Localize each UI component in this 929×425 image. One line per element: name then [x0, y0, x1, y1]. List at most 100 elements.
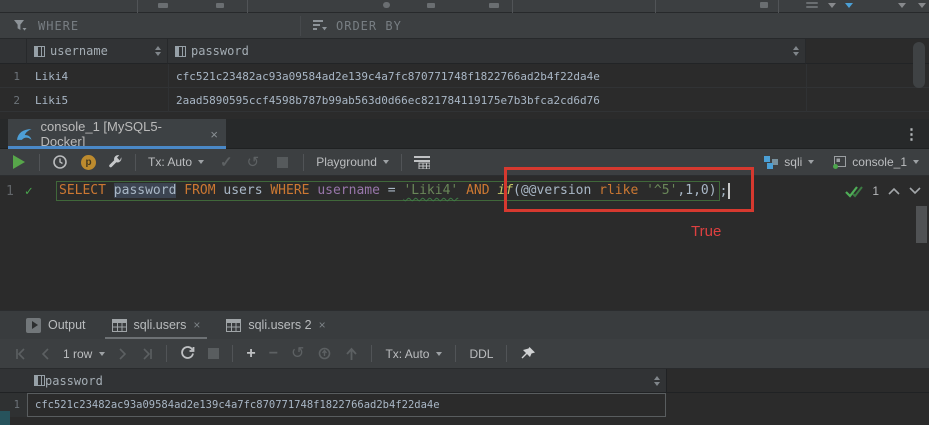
- submit-icon[interactable]: [317, 346, 332, 361]
- close-icon[interactable]: ×: [193, 318, 200, 332]
- tab-label: sqli.users: [134, 318, 187, 332]
- chevron-down-icon[interactable]: [99, 352, 105, 356]
- order-by-icon[interactable]: [313, 20, 327, 32]
- schema-icon: [764, 156, 778, 169]
- wrench-settings-icon[interactable]: [108, 155, 123, 170]
- text-caret: [728, 183, 730, 199]
- grid-scrollbar-thumb[interactable]: [913, 42, 925, 88]
- chevron-down-icon[interactable]: [383, 160, 389, 164]
- tab-console[interactable]: console_1 [MySQL5-Docker] ×: [8, 119, 226, 149]
- inspection-ok-icon[interactable]: [845, 185, 863, 198]
- toolbar-icon[interactable]: [760, 2, 768, 8]
- tab-sqli-users[interactable]: sqli.users ×: [112, 311, 201, 340]
- stop-icon[interactable]: [277, 157, 288, 168]
- result-grid-toolbar: 1 row + − ↺ Tx: Auto DDL: [0, 339, 929, 369]
- stripe-button-fragment[interactable]: [0, 411, 10, 425]
- sql-token: [638, 183, 646, 198]
- chevron-down-icon[interactable]: [898, 3, 906, 8]
- rollback-icon[interactable]: ↺: [247, 155, 260, 170]
- sql-token: WHERE: [270, 183, 309, 198]
- sql-token: 'Liki4': [403, 183, 458, 198]
- column-header-password[interactable]: password: [168, 39, 806, 64]
- column-icon: [34, 375, 45, 386]
- prev-page-icon[interactable]: [40, 348, 50, 360]
- cell-password[interactable]: cfc521c23482ac93a09584ad2e139c4a7fc87077…: [27, 393, 666, 417]
- tab-sqli-users-2[interactable]: sqli.users 2 ×: [226, 311, 325, 340]
- chevron-down-icon[interactable]: [436, 352, 442, 356]
- sort-toggle-icon[interactable]: [793, 46, 799, 56]
- table-icon: [112, 319, 127, 332]
- commit-check-icon[interactable]: ✓: [220, 155, 233, 170]
- divider: [506, 345, 507, 362]
- row-number-header: [0, 39, 27, 64]
- sql-token: username: [317, 183, 380, 198]
- datagrip-window: WHERE ORDER BY username password 1: [0, 0, 929, 425]
- chevron-down-icon[interactable]: [918, 3, 926, 8]
- tx-mode-selector[interactable]: Tx: Auto: [385, 347, 429, 361]
- ddl-button[interactable]: DDL: [469, 347, 493, 361]
- toolbar-icon[interactable]: [489, 3, 499, 8]
- prev-problem-icon[interactable]: [888, 187, 900, 195]
- toolbar-icon[interactable]: [806, 2, 818, 4]
- execute-button[interactable]: [13, 155, 25, 169]
- next-page-icon[interactable]: [118, 348, 128, 360]
- sql-editor: 1 ✓ SELECT password FROM users WHERE use…: [0, 176, 929, 310]
- chevron-down-icon[interactable]: [913, 160, 919, 164]
- sql-token: ,1,0): [677, 183, 716, 198]
- cell-password[interactable]: cfc521c23482ac93a09584ad2e139c4a7fc87077…: [168, 64, 806, 88]
- next-problem-icon[interactable]: [909, 187, 921, 195]
- delete-row-button[interactable]: −: [269, 346, 278, 362]
- editor-scrollbar-thumb[interactable]: [916, 206, 927, 243]
- editor-line-1[interactable]: 1 ✓ SELECT password FROM users WHERE use…: [0, 179, 929, 203]
- last-page-icon[interactable]: [141, 348, 153, 360]
- in-editor-results-icon[interactable]: [414, 156, 430, 169]
- sql-token: =: [380, 183, 403, 198]
- pin-icon[interactable]: [520, 346, 536, 362]
- refresh-icon[interactable]: [180, 346, 195, 361]
- cell-password[interactable]: 2aad5890595ccf4598b787b99ab563d0d66ec821…: [168, 88, 806, 112]
- sort-toggle-icon[interactable]: [654, 376, 660, 386]
- toolbar-icon[interactable]: [216, 3, 224, 8]
- chevron-down-icon[interactable]: [198, 160, 204, 164]
- close-icon[interactable]: ×: [210, 128, 218, 141]
- column-header-label: password: [191, 44, 249, 58]
- column-header-password[interactable]: password: [27, 369, 667, 393]
- sql-token: (: [513, 183, 521, 198]
- upload-icon[interactable]: [345, 347, 358, 361]
- divider: [137, 0, 138, 13]
- chevron-down-icon[interactable]: [845, 3, 853, 8]
- close-icon[interactable]: ×: [319, 318, 326, 332]
- chevron-down-icon[interactable]: [808, 160, 814, 164]
- tx-mode-selector[interactable]: Tx: Auto: [148, 155, 192, 169]
- column-header-username[interactable]: username: [27, 39, 168, 64]
- where-filter-label[interactable]: WHERE: [38, 19, 79, 33]
- kebab-menu-icon[interactable]: ⋮: [904, 125, 919, 143]
- table-row: 1 Liki4 cfc521c23482ac93a09584ad2e139c4a…: [0, 64, 929, 88]
- playground-selector[interactable]: Playground: [316, 155, 377, 169]
- schema-selector[interactable]: sqli: [784, 155, 802, 169]
- revert-icon[interactable]: ↺: [291, 346, 304, 362]
- add-row-button[interactable]: +: [246, 346, 255, 362]
- filter-funnel-icon[interactable]: [13, 19, 27, 32]
- session-selector[interactable]: console_1: [852, 155, 907, 169]
- sort-toggle-icon[interactable]: [155, 46, 161, 56]
- stop-icon[interactable]: [208, 348, 219, 359]
- sql-token: @@version: [521, 183, 591, 198]
- inspection-widget: 1: [845, 184, 921, 198]
- toolbar-icon[interactable]: [427, 3, 435, 8]
- page-size-selector[interactable]: 1 row: [63, 347, 92, 361]
- column-icon: [175, 46, 186, 57]
- order-by-label[interactable]: ORDER BY: [336, 19, 402, 33]
- divider: [166, 345, 167, 362]
- console-toolbar: p Tx: Auto ✓ ↺ Playground sqli: [0, 149, 929, 176]
- tab-output[interactable]: Output: [26, 311, 86, 340]
- toolbar-icon[interactable]: [158, 3, 168, 8]
- chevron-down-icon[interactable]: [828, 3, 836, 8]
- sql-token: AND: [466, 183, 489, 198]
- parameters-badge-icon[interactable]: p: [81, 155, 96, 170]
- cell-username[interactable]: Liki4: [27, 64, 168, 88]
- history-clock-icon[interactable]: [52, 154, 68, 170]
- toolbar-icon[interactable]: [383, 2, 390, 8]
- first-page-icon[interactable]: [15, 348, 27, 360]
- cell-username[interactable]: Liki5: [27, 88, 168, 112]
